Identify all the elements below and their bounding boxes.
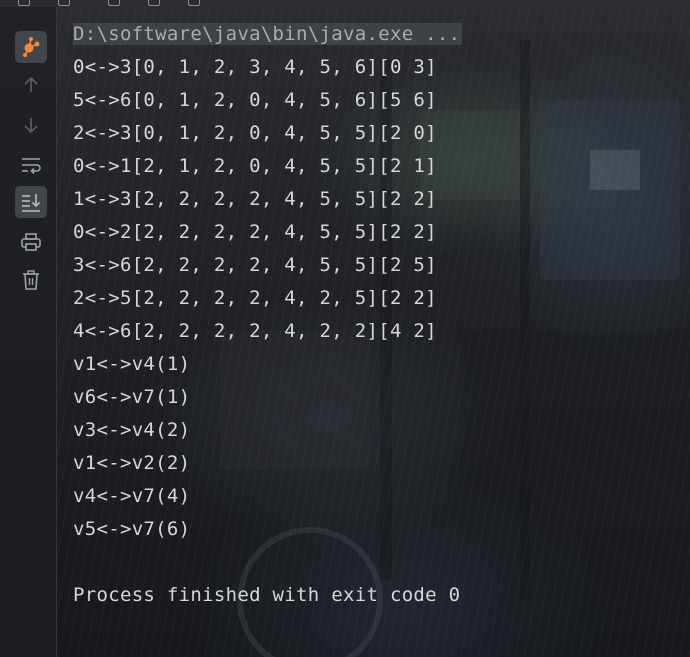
output-line: 0<->1[2, 1, 2, 0, 4, 5, 5][2 1] bbox=[73, 155, 437, 177]
exit-message: Process finished with exit code 0 bbox=[73, 584, 461, 606]
output-line: v3<->v4(2) bbox=[73, 419, 191, 441]
command-line: D:\software\java\bin\java.exe ... bbox=[73, 18, 673, 51]
debug-graph-button[interactable] bbox=[15, 31, 47, 63]
output-line: 5<->6[0, 1, 2, 0, 4, 5, 6][5 6] bbox=[73, 89, 437, 111]
console-output[interactable]: D:\software\java\bin\java.exe ... 0<->3[… bbox=[73, 18, 673, 612]
output-line: 2<->3[0, 1, 2, 0, 4, 5, 5][2 0] bbox=[73, 122, 437, 144]
debug-graph-icon bbox=[23, 37, 40, 57]
output-line: 4<->6[2, 2, 2, 2, 4, 2, 2][4 2] bbox=[73, 320, 437, 342]
print-button[interactable] bbox=[15, 226, 47, 258]
scroll-down-button[interactable] bbox=[15, 109, 47, 141]
up-arrow-icon bbox=[24, 76, 38, 92]
command-text: D:\software\java\bin\java.exe ... bbox=[73, 23, 463, 45]
output-line: v1<->v2(2) bbox=[73, 452, 191, 474]
output-line: v6<->v7(1) bbox=[73, 386, 191, 408]
console-side-toolbar bbox=[0, 7, 57, 657]
soft-wrap-button[interactable] bbox=[15, 149, 47, 181]
stop-icon[interactable] bbox=[58, 0, 70, 6]
output-line: 0<->3[0, 1, 2, 3, 4, 5, 6][0 3] bbox=[73, 56, 437, 78]
tab-icon[interactable] bbox=[108, 0, 120, 6]
down-arrow-icon bbox=[24, 118, 38, 134]
output-line: v4<->v7(4) bbox=[73, 485, 191, 507]
soft-wrap-icon bbox=[22, 158, 41, 175]
settings-icon[interactable] bbox=[148, 0, 160, 6]
pin-icon[interactable] bbox=[188, 0, 200, 6]
rerun-icon[interactable] bbox=[18, 0, 30, 6]
output-line: v1<->v4(1) bbox=[73, 353, 191, 375]
trash-icon bbox=[23, 270, 39, 290]
output-line: 1<->3[2, 2, 2, 2, 4, 5, 5][2 2] bbox=[73, 188, 437, 210]
output-line: v5<->v7(6) bbox=[73, 518, 191, 540]
print-icon bbox=[21, 233, 41, 251]
output-line: 3<->6[2, 2, 2, 2, 4, 5, 5][2 5] bbox=[73, 254, 437, 276]
run-console-window: D:\software\java\bin\java.exe ... 0<->3[… bbox=[0, 0, 690, 657]
scroll-to-end-icon bbox=[22, 194, 41, 212]
top-toolbar bbox=[0, 0, 690, 7]
scroll-up-button[interactable] bbox=[15, 69, 47, 101]
clear-all-button[interactable] bbox=[15, 264, 47, 296]
output-line: 2<->5[2, 2, 2, 2, 4, 2, 5][2 2] bbox=[73, 287, 437, 309]
output-line: 0<->2[2, 2, 2, 2, 4, 5, 5][2 2] bbox=[73, 221, 437, 243]
scroll-to-end-button[interactable] bbox=[15, 186, 47, 218]
